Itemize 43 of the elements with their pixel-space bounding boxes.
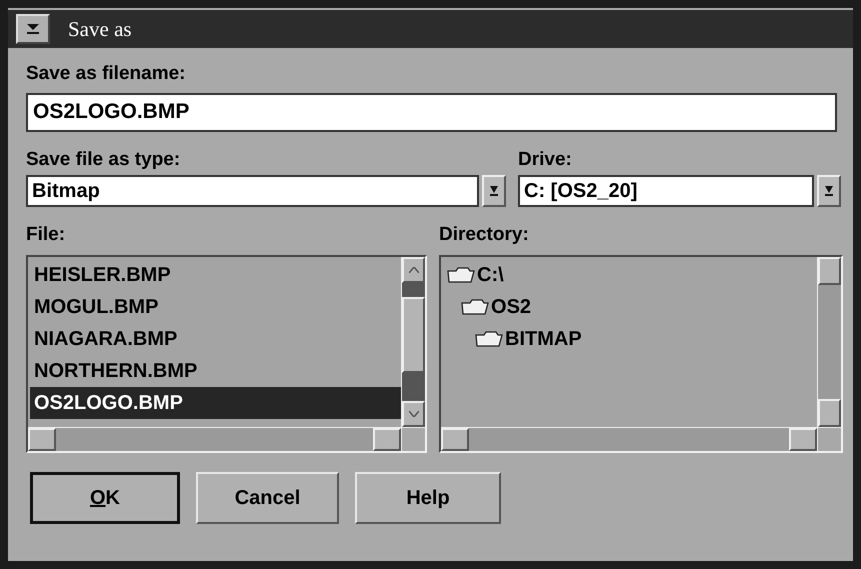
list-box[interactable]: C:\ OS2 BITMAP (439, 255, 843, 453)
scroll-down-button[interactable] (402, 401, 426, 427)
field-label: Drive: (518, 148, 573, 172)
caret-icon (824, 184, 834, 198)
drive-field[interactable]: C: [OS2_20] (518, 175, 814, 207)
dropdown-button[interactable] (482, 175, 506, 207)
directory-item[interactable]: C:\ (477, 259, 504, 291)
dialog-button[interactable]: Cancel (196, 472, 339, 524)
menu-icon (26, 23, 40, 35)
scroll-left-button[interactable] (441, 428, 470, 451)
scroll-left-button[interactable] (28, 428, 56, 451)
list-label: File: (26, 223, 66, 247)
file-item[interactable]: MOGUL.BMP (30, 291, 402, 323)
dialog-button[interactable]: Help (355, 472, 501, 524)
scroll-up-button[interactable] (402, 257, 426, 283)
caret-icon (489, 184, 499, 198)
directory-item[interactable]: OS2 (491, 291, 532, 323)
folder-icon (475, 331, 504, 347)
scroll-track (402, 283, 426, 297)
file-item[interactable]: NIAGARA.BMP (30, 323, 402, 355)
window-title: Save as (68, 16, 132, 42)
scroll-thumb[interactable] (818, 399, 841, 427)
scrollbar-corner (817, 427, 841, 451)
scrollbar-corner (401, 427, 426, 451)
field-label: Save file as type: (26, 148, 182, 172)
list-box[interactable]: HEISLER.BMP MOGUL.BMP NIAGARA.BMP NORTHERN.BMP OS2LOGO.BMP (26, 255, 428, 453)
system-menu-button[interactable] (16, 14, 50, 44)
scroll-right-button[interactable] (789, 428, 817, 451)
folder-icon (461, 299, 490, 315)
scroll-thumb[interactable] (818, 257, 841, 285)
filename-field[interactable]: OS2LOGO.BMP (26, 93, 837, 132)
dropdown-button[interactable] (817, 175, 841, 207)
directory-item[interactable]: BITMAP (505, 323, 582, 355)
dialog-button[interactable]: OK (30, 472, 180, 524)
scroll-right-button[interactable] (373, 428, 402, 451)
field-label: Save as filename: (26, 62, 186, 86)
list-label: Directory: (439, 223, 530, 247)
file-item[interactable]: NORTHERN.BMP (30, 355, 402, 387)
scroll-thumb[interactable] (402, 297, 426, 373)
folder-icon (447, 267, 476, 283)
file-item[interactable]: OS2LOGO.BMP (30, 387, 402, 419)
file-item[interactable]: HEISLER.BMP (30, 259, 402, 291)
file-type-field[interactable]: Bitmap (26, 175, 479, 207)
